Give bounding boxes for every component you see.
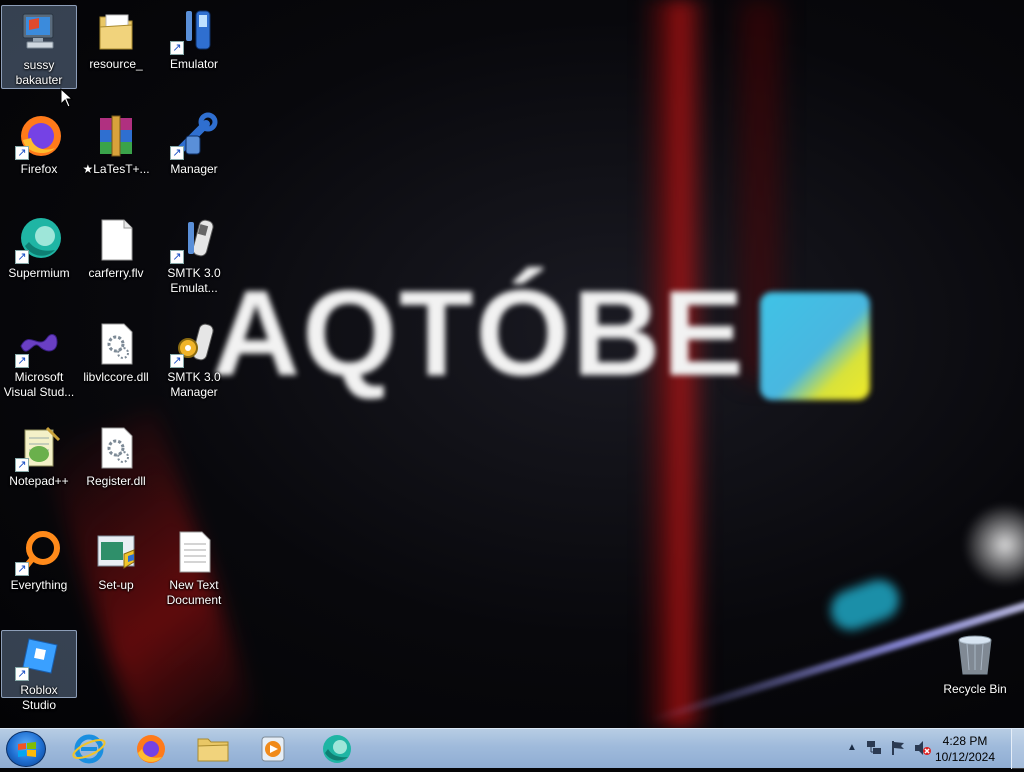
wallpaper-cyan-shape xyxy=(825,574,905,636)
file-icon xyxy=(92,216,140,264)
clock-date: 10/12/2024 xyxy=(934,750,996,764)
setup-icon xyxy=(92,528,140,576)
manager-icon: ↗ xyxy=(170,112,218,160)
desktop-icon-smtk-emulator[interactable]: ↗ SMTK 3.0 Emulat... xyxy=(156,214,232,296)
system-tray: ▲ 4:28 PM 10/12/2024 xyxy=(840,729,1024,769)
shortcut-arrow-icon: ↗ xyxy=(170,354,184,368)
supermium-icon: ↗ xyxy=(15,216,63,264)
desktop-icon-firefox[interactable]: ↗ Firefox xyxy=(1,110,77,177)
icon-label: Supermium xyxy=(8,266,70,280)
media-player-icon xyxy=(261,736,285,762)
icon-label: SMTK 3.0 Emulat... xyxy=(167,266,221,295)
taskbar-internet-explorer[interactable] xyxy=(62,731,116,767)
internet-explorer-icon xyxy=(72,734,106,764)
roblox-studio-icon: ↗ xyxy=(15,633,63,681)
desktop-icon-supermium[interactable]: ↗ Supermium xyxy=(1,214,77,281)
icon-label: Roblox Studio xyxy=(20,683,58,712)
shortcut-arrow-icon: ↗ xyxy=(15,250,29,264)
text-document-icon xyxy=(170,528,218,576)
wallpaper-logo xyxy=(760,292,870,400)
dll-icon xyxy=(92,424,140,472)
desktop-icon-notepadpp[interactable]: ↗ Notepad++ xyxy=(1,422,77,489)
shortcut-arrow-icon: ↗ xyxy=(170,250,184,264)
icon-label: Notepad++ xyxy=(9,474,69,488)
computer-icon xyxy=(15,8,63,56)
icon-label: resource_ xyxy=(89,57,143,71)
firefox-icon: ↗ xyxy=(15,112,63,160)
icon-label: Emulator xyxy=(169,57,219,71)
desktop-icon-winrar-archive[interactable]: ★LaTesT+... xyxy=(78,110,154,177)
show-desktop-button[interactable] xyxy=(1011,729,1024,769)
desktop-icon-smtk-manager[interactable]: ↗ SMTK 3.0 Manager xyxy=(156,318,232,400)
show-hidden-icons-icon[interactable]: ▲ xyxy=(847,742,857,753)
desktop-icon-resource-folder[interactable]: resource_ xyxy=(78,5,154,72)
icon-label: Recycle Bin xyxy=(943,682,1007,696)
icon-label: Everything xyxy=(10,578,68,592)
smtk-emulator-icon: ↗ xyxy=(170,216,218,264)
icon-label: libvlccore.dll xyxy=(83,370,149,384)
winrar-icon xyxy=(92,112,140,160)
clock-time: 4:28 PM xyxy=(942,734,988,748)
emulator-icon: ↗ xyxy=(170,7,218,55)
desktop-icon-register-dll[interactable]: Register.dll xyxy=(78,422,154,489)
folder-icon xyxy=(197,738,229,762)
smtk-manager-icon: ↗ xyxy=(170,320,218,368)
supermium-icon xyxy=(323,735,351,763)
icon-label: sussy bakauter xyxy=(15,58,63,87)
desktop-icon-everything[interactable]: ↗ Everything xyxy=(1,526,77,593)
notepadpp-icon: ↗ xyxy=(15,424,63,472)
recycle-bin-icon xyxy=(951,632,999,680)
desktop-icon-recycle-bin[interactable]: Recycle Bin xyxy=(937,630,1013,697)
network-icon[interactable] xyxy=(866,740,882,756)
mouse-cursor-icon xyxy=(60,88,74,108)
icon-label: Microsoft Visual Stud... xyxy=(3,370,75,399)
everything-icon: ↗ xyxy=(15,528,63,576)
shortcut-arrow-icon: ↗ xyxy=(170,41,184,55)
desktop-icon-setup[interactable]: Set-up xyxy=(78,526,154,593)
start-button[interactable] xyxy=(6,731,46,767)
firefox-icon xyxy=(137,735,165,763)
icon-label: carferry.flv xyxy=(88,266,144,280)
dll-icon xyxy=(92,320,140,368)
shortcut-arrow-icon: ↗ xyxy=(15,458,29,472)
shortcut-arrow-icon: ↗ xyxy=(15,562,29,576)
taskbar: ▲ 4:28 PM 10/12/2024 xyxy=(0,728,1024,769)
wallpaper-glow xyxy=(960,500,1024,590)
desktop-icon-new-text-document[interactable]: New Text Document xyxy=(156,526,232,608)
visual-studio-icon: ↗ xyxy=(15,320,63,368)
icon-label: Register.dll xyxy=(86,474,146,488)
icon-label: Manager xyxy=(170,162,218,176)
taskbar-firefox[interactable] xyxy=(124,731,178,767)
shortcut-arrow-icon: ↗ xyxy=(170,146,184,160)
shortcut-arrow-icon: ↗ xyxy=(15,667,29,681)
wallpaper-text: AQTÓBE xyxy=(212,265,746,401)
desktop-icon-carferry[interactable]: carferry.flv xyxy=(78,214,154,281)
icon-label: ★LaTesT+... xyxy=(82,162,150,176)
desktop-icon-manager[interactable]: ↗ Manager xyxy=(156,110,232,177)
folder-icon xyxy=(92,7,140,55)
action-center-flag-icon[interactable] xyxy=(890,740,906,756)
taskbar-file-explorer[interactable] xyxy=(186,731,240,767)
taskbar-clock[interactable]: 4:28 PM 10/12/2024 xyxy=(928,733,1002,765)
taskbar-media-player[interactable] xyxy=(246,731,300,767)
desktop-icon-emulator[interactable]: ↗ Emulator xyxy=(156,5,232,72)
desktop-icon-computer[interactable]: sussy bakauter xyxy=(1,5,77,89)
icon-label: Firefox xyxy=(20,162,58,176)
windows-logo-icon xyxy=(18,742,36,757)
icon-label: Set-up xyxy=(98,578,134,592)
desktop-icon-roblox-studio[interactable]: ↗ Roblox Studio xyxy=(1,630,77,712)
shortcut-arrow-icon: ↗ xyxy=(15,146,29,160)
shortcut-arrow-icon: ↗ xyxy=(15,354,29,368)
desktop-icon-libvlccore[interactable]: libvlccore.dll xyxy=(78,318,154,385)
icon-label: SMTK 3.0 Manager xyxy=(167,370,221,399)
icon-label: New Text Document xyxy=(166,578,222,607)
desktop-icon-visual-studio[interactable]: ↗ Microsoft Visual Stud... xyxy=(1,318,77,400)
taskbar-supermium[interactable] xyxy=(310,731,364,767)
